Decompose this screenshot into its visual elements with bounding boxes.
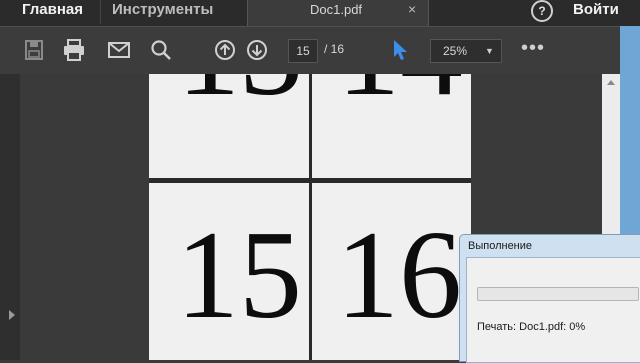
search-icon[interactable] [149,39,173,61]
progress-dialog: Выполнение Печать: Doc1.pdf: 0% [459,234,640,363]
dialog-body [466,257,640,363]
page-down-icon[interactable] [245,39,269,61]
dialog-title: Выполнение [468,240,533,252]
email-icon[interactable] [107,39,131,61]
sign-in-button[interactable]: Войти [573,0,619,20]
top-tab-bar: Главная Инструменты Doc1.pdf × ? Войти [0,0,640,26]
pdf-page: 13 14 15 16 [149,74,471,360]
tab-divider [100,0,101,24]
more-icon[interactable]: ••• [521,38,544,61]
grid-divider-vertical [309,74,312,360]
grid-divider-horizontal [149,178,471,183]
page-total: / 16 [324,42,345,56]
zoom-select[interactable]: 25% ▼ [430,39,502,63]
page-number-13: 13 [177,74,303,116]
document-tab-title: Doc1.pdf [310,2,363,17]
print-icon[interactable] [62,39,86,61]
toolbar: 15 / 16 25% ▼ ••• [0,26,640,75]
expand-panel-icon[interactable] [9,310,15,320]
help-icon[interactable]: ? [531,0,553,22]
tab-tools[interactable]: Инструменты [112,0,213,26]
page-number-15: 15 [176,206,302,345]
print-status-text: Печать: Doc1.pdf: 0% [477,321,586,333]
page-number-16: 16 [336,206,462,345]
scroll-up-icon[interactable] [607,80,615,85]
chevron-down-icon: ▼ [485,46,494,56]
select-pointer-icon[interactable] [388,39,412,61]
page-number-14: 14 [337,74,463,116]
save-icon[interactable] [22,39,46,61]
left-panel-collapsed[interactable] [0,74,20,360]
zoom-value: 25% [443,44,468,58]
close-icon[interactable]: × [408,1,416,17]
document-tab[interactable]: Doc1.pdf × [247,0,429,26]
progress-bar [477,287,639,301]
page-up-icon[interactable] [213,39,237,61]
tab-home[interactable]: Главная [22,0,83,26]
page-number-input[interactable]: 15 [288,39,318,63]
